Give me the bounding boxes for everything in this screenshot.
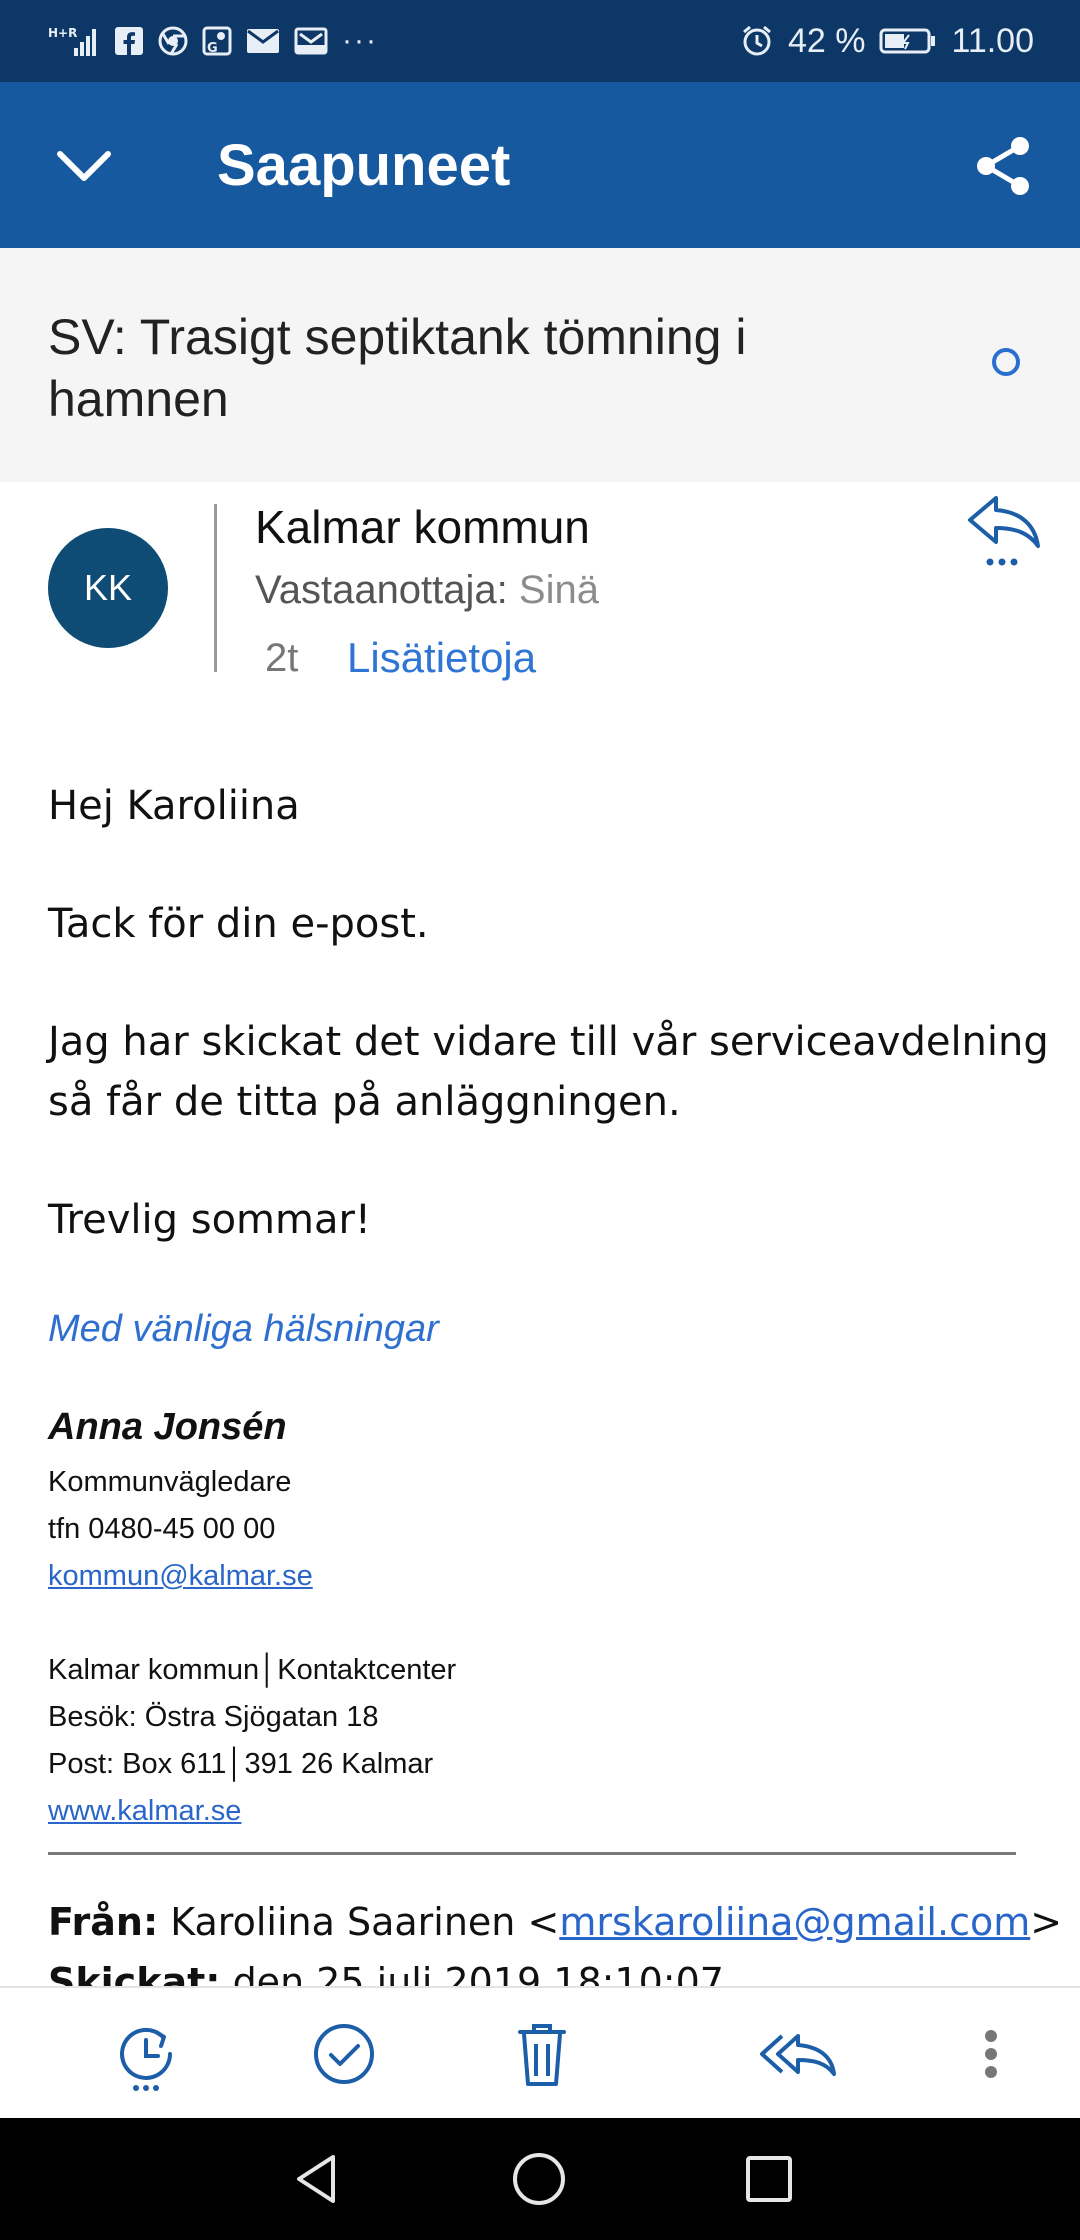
reply-all-button[interactable]	[756, 2012, 840, 2096]
avatar[interactable]: KK	[48, 528, 168, 648]
quoted-from-name: Karoliina Saarinen <	[170, 1900, 560, 1944]
alarm-icon	[740, 24, 774, 58]
signature-visit: Besök: Östra Sjögatan 18	[48, 1701, 379, 1733]
body-paragraph-line-2: så får de titta på anläggningen.	[48, 1079, 681, 1125]
recipient-label: Vastaanottaja:	[255, 568, 508, 612]
inbox-icon	[294, 27, 328, 55]
snooze-clock-icon	[120, 2027, 172, 2091]
chrome-icon	[158, 26, 188, 56]
quoted-from: Från: Karoliina Saarinen <mrskaroliina@g…	[48, 1900, 1062, 1944]
body-thanks: Tack för din e-post.	[48, 901, 429, 947]
network-icon: H+R	[48, 24, 100, 58]
email-time: 2t	[265, 636, 299, 680]
body-paragraph-line-1: Jag har skickat det vidare till vår serv…	[48, 1019, 1049, 1065]
chevron-down-icon	[57, 151, 111, 181]
reply-options-button[interactable]	[962, 490, 1046, 574]
reply-icon	[968, 496, 1040, 566]
subject-header: SV: Trasigt septiktank tömning i hamnen	[0, 248, 1080, 482]
signature-phone[interactable]: tfn 0480-45 00 00	[48, 1513, 275, 1546]
quoted-from-end: >	[1030, 1900, 1063, 1944]
status-right: 42 % 11.00	[740, 22, 1034, 61]
svg-text:H+R: H+R	[48, 26, 77, 40]
sender-name: Kalmar kommun	[255, 501, 590, 553]
unread-toggle[interactable]	[992, 348, 1020, 376]
recents-square-icon	[746, 2156, 792, 2202]
facebook-icon	[114, 26, 144, 56]
clock: 11.00	[951, 21, 1034, 60]
check-circle-icon	[314, 2024, 374, 2084]
recipient-line: Vastaanottaja: Sinä	[255, 568, 599, 613]
quote-divider	[48, 1852, 1016, 1855]
nav-back-button[interactable]	[284, 2146, 350, 2212]
share-button[interactable]	[968, 130, 1040, 202]
email-subject: SV: Trasigt septiktank tömning i hamnen	[48, 309, 747, 427]
home-circle-icon	[513, 2153, 565, 2205]
signature-org: Kalmar kommun│Kontaktcenter	[48, 1654, 457, 1686]
mail-icon	[246, 28, 280, 54]
delete-button[interactable]	[500, 2012, 584, 2096]
collapse-button[interactable]	[48, 130, 120, 202]
more-vertical-icon	[985, 2030, 997, 2078]
signature-email-link[interactable]: kommun@kalmar.se	[48, 1560, 313, 1593]
sender-divider	[214, 504, 217, 672]
action-toolbar	[0, 1986, 1080, 2120]
battery-percent: 42 %	[787, 21, 866, 60]
mark-done-button[interactable]	[302, 2012, 386, 2096]
status-left: H+R G ···	[48, 24, 378, 58]
signature-role: Kommunvägledare	[48, 1466, 292, 1498]
quoted-from-email[interactable]: mrskaroliina@gmail.com	[559, 1900, 1030, 1944]
svg-text:G: G	[207, 41, 218, 56]
body-wish: Trevlig sommar!	[48, 1197, 371, 1243]
maps-icon: G	[202, 26, 232, 56]
nav-home-button[interactable]	[506, 2146, 572, 2212]
signature-web-link[interactable]: www.kalmar.se	[48, 1795, 241, 1828]
system-nav-bar	[0, 2118, 1080, 2240]
status-bar: H+R G ··· 42 % 11.00	[0, 0, 1080, 82]
more-options-button[interactable]	[966, 2012, 1016, 2096]
signature-post: Post: Box 611│391 26 Kalmar	[48, 1748, 434, 1780]
trash-icon	[518, 2024, 566, 2086]
details-link[interactable]: Lisätietoja	[347, 634, 536, 682]
reply-all-icon	[760, 2034, 836, 2076]
app-bar: Saapuneet	[0, 82, 1080, 248]
signature-name: Anna Jonsén	[48, 1406, 287, 1448]
body-greeting: Hej Karoliina	[48, 783, 300, 829]
snooze-button[interactable]	[106, 2012, 190, 2096]
body-closing: Med vänliga hälsningar	[48, 1308, 439, 1350]
back-triangle-icon	[297, 2155, 335, 2203]
nav-recents-button[interactable]	[736, 2146, 802, 2212]
page-title: Saapuneet	[217, 133, 511, 198]
recipient-value: Sinä	[518, 568, 599, 612]
more-notifications: ···	[342, 24, 378, 57]
quoted-from-label: Från:	[48, 1900, 159, 1944]
battery-icon	[879, 27, 937, 55]
share-icon	[977, 137, 1029, 195]
